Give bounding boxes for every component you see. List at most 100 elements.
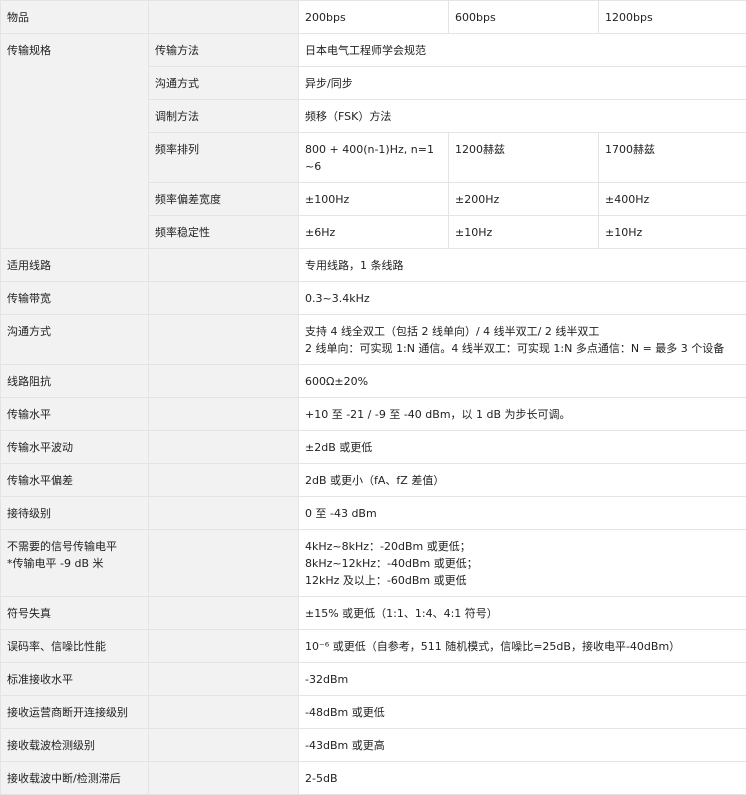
row-value: +10 至 -21 / -9 至 -40 dBm，以 1 dB 为步长可调。 bbox=[299, 398, 746, 431]
row-label-line: 沟通方式 bbox=[7, 323, 142, 340]
row-value-line: -43dBm 或更高 bbox=[305, 737, 740, 754]
sub-value: 日本电气工程师学会规范 bbox=[299, 34, 746, 67]
row-label: 传输水平波动 bbox=[1, 431, 149, 464]
spec-row: 不需要的信号传输电平*传输电平 -9 dB 米 4kHz~8kHz：-20dBm … bbox=[1, 530, 746, 597]
row-label: 适用线路 bbox=[1, 249, 149, 282]
spec-row: 符号失真 ±15% 或更低（1:1、1:4、4:1 符号） bbox=[1, 597, 746, 630]
sub-label: 沟通方式 bbox=[149, 67, 299, 100]
header-row: 物品 200bps 600bps 1200bps bbox=[1, 1, 746, 34]
row-blank bbox=[149, 365, 299, 398]
row-value: 0 至 -43 dBm bbox=[299, 497, 746, 530]
row-label-line: 误码率、信噪比性能 bbox=[7, 638, 142, 655]
header-speed-600: 600bps bbox=[449, 1, 599, 34]
freq-deviation-600: ±200Hz bbox=[449, 183, 599, 216]
row-value-line: 2 线单向：可实现 1:N 通信。4 线半双工：可实现 1:N 多点通信：N =… bbox=[305, 340, 740, 357]
row-label-line: 接收运营商断开连接级别 bbox=[7, 704, 142, 721]
header-speed-200: 200bps bbox=[299, 1, 449, 34]
row-label-line: 标准接收水平 bbox=[7, 671, 142, 688]
row-label-line: 线路阻抗 bbox=[7, 373, 142, 390]
spec-row: 适用线路 专用线路，1 条线路 bbox=[1, 249, 746, 282]
row-value: 专用线路，1 条线路 bbox=[299, 249, 746, 282]
row-blank bbox=[149, 630, 299, 663]
row-label: 接收载波检测级别 bbox=[1, 729, 149, 762]
spec-row: 标准接收水平 -32dBm bbox=[1, 663, 746, 696]
row-value: 4kHz~8kHz：-20dBm 或更低；8kHz~12kHz：-40dBm 或… bbox=[299, 530, 746, 597]
row-value: 0.3~3.4kHz bbox=[299, 282, 746, 315]
spec-row: 传输带宽0.3~3.4kHz bbox=[1, 282, 746, 315]
header-blank bbox=[149, 1, 299, 34]
freq-deviation-200: ±100Hz bbox=[299, 183, 449, 216]
sub-label: 频率排列 bbox=[149, 133, 299, 183]
row-label: 传输水平偏差 bbox=[1, 464, 149, 497]
freq-arrangement-600: 1200赫兹 bbox=[449, 133, 599, 183]
row-label-line: *传输电平 -9 dB 米 bbox=[7, 555, 142, 572]
row-value-line: ±15% 或更低（1:1、1:4、4:1 符号） bbox=[305, 605, 740, 622]
row-value-line: 12kHz 及以上：-60dBm 或更低 bbox=[305, 572, 740, 589]
row-label: 沟通方式 bbox=[1, 315, 149, 365]
spec-row: 接收运营商断开连接级别 -48dBm 或更低 bbox=[1, 696, 746, 729]
row-blank bbox=[149, 315, 299, 365]
row-blank bbox=[149, 464, 299, 497]
row-value-line: 600Ω±20% bbox=[305, 373, 740, 390]
row-value: -32dBm bbox=[299, 663, 746, 696]
row-blank bbox=[149, 530, 299, 597]
row-label-line: 不需要的信号传输电平 bbox=[7, 538, 142, 555]
row-label: 线路阻抗 bbox=[1, 365, 149, 398]
spec-row: 沟通方式 支持 4 线全双工（包括 2 线单向）/ 4 线半双工/ 2 线半双工2… bbox=[1, 315, 746, 365]
row-blank bbox=[149, 729, 299, 762]
row-label-line: 接收载波检测级别 bbox=[7, 737, 142, 754]
spec-table: 物品 200bps 600bps 1200bps 传输规格 传输方法 日本电气工… bbox=[0, 0, 746, 795]
row-value-line: 10⁻⁶ 或更低（自参考，511 随机模式，信噪比=25dB，接收电平-40dB… bbox=[305, 638, 740, 655]
freq-arrangement-200: 800 + 400(n-1)Hz, n=1~6 bbox=[299, 133, 449, 183]
spec-row: 接收载波检测级别 -43dBm 或更高 bbox=[1, 729, 746, 762]
row-label: 标准接收水平 bbox=[1, 663, 149, 696]
row-blank bbox=[149, 282, 299, 315]
row-blank bbox=[149, 249, 299, 282]
row-value-line: +10 至 -21 / -9 至 -40 dBm，以 1 dB 为步长可调。 bbox=[305, 406, 740, 423]
sub-label: 传输方法 bbox=[149, 34, 299, 67]
row-value-line: 支持 4 线全双工（包括 2 线单向）/ 4 线半双工/ 2 线半双工 bbox=[305, 323, 740, 340]
sub-value: 异步/同步 bbox=[299, 67, 746, 100]
row-label: 接收载波中断/检测滞后 bbox=[1, 762, 149, 795]
spec-row: 线路阻抗 600Ω±20% bbox=[1, 365, 746, 398]
header-item: 物品 bbox=[1, 1, 149, 34]
row-label-line: 传输水平偏差 bbox=[7, 472, 142, 489]
spec-row: 传输水平 +10 至 -21 / -9 至 -40 dBm，以 1 dB 为步长可… bbox=[1, 398, 746, 431]
freq-stability-600: ±10Hz bbox=[449, 216, 599, 249]
row-value: ±15% 或更低（1:1、1:4、4:1 符号） bbox=[299, 597, 746, 630]
row-value-line: ±2dB 或更低 bbox=[305, 439, 740, 456]
row-value-line: 8kHz~12kHz：-40dBm 或更低； bbox=[305, 555, 740, 572]
row-value: ±2dB 或更低 bbox=[299, 431, 746, 464]
row-label: 不需要的信号传输电平*传输电平 -9 dB 米 bbox=[1, 530, 149, 597]
row-blank bbox=[149, 696, 299, 729]
row-value-line: 2dB 或更小（fA、fZ 差值） bbox=[305, 472, 740, 489]
header-speed-1200: 1200bps bbox=[599, 1, 746, 34]
row-value: 600Ω±20% bbox=[299, 365, 746, 398]
sub-value: 频移（FSK）方法 bbox=[299, 100, 746, 133]
transmission-spec-label: 传输规格 bbox=[1, 34, 149, 249]
row-label-line: 适用线路 bbox=[7, 257, 142, 274]
row-label-line: 接待级别 bbox=[7, 505, 142, 522]
sub-label: 调制方法 bbox=[149, 100, 299, 133]
row-label: 符号失真 bbox=[1, 597, 149, 630]
row-value-line: 4kHz~8kHz：-20dBm 或更低； bbox=[305, 538, 740, 555]
spec-row: 接待级别 0 至 -43 dBm bbox=[1, 497, 746, 530]
row-value: -43dBm 或更高 bbox=[299, 729, 746, 762]
row-value-line: -32dBm bbox=[305, 671, 740, 688]
freq-stability-200: ±6Hz bbox=[299, 216, 449, 249]
row-blank bbox=[149, 762, 299, 795]
spec-row: 传输水平偏差 2dB 或更小（fA、fZ 差值） bbox=[1, 464, 746, 497]
row-value: -48dBm 或更低 bbox=[299, 696, 746, 729]
row-blank bbox=[149, 497, 299, 530]
row-label-line: 传输水平 bbox=[7, 406, 142, 423]
sub-label: 频率稳定性 bbox=[149, 216, 299, 249]
row-value: 支持 4 线全双工（包括 2 线单向）/ 4 线半双工/ 2 线半双工2 线单向… bbox=[299, 315, 746, 365]
row-value-line: 0 至 -43 dBm bbox=[305, 505, 740, 522]
row-label: 接待级别 bbox=[1, 497, 149, 530]
row-blank bbox=[149, 597, 299, 630]
row-value: 2dB 或更小（fA、fZ 差值） bbox=[299, 464, 746, 497]
row-label: 误码率、信噪比性能 bbox=[1, 630, 149, 663]
row-label: 接收运营商断开连接级别 bbox=[1, 696, 149, 729]
row-value: 2-5dB bbox=[299, 762, 746, 795]
row-value: 10⁻⁶ 或更低（自参考，511 随机模式，信噪比=25dB，接收电平-40dB… bbox=[299, 630, 746, 663]
